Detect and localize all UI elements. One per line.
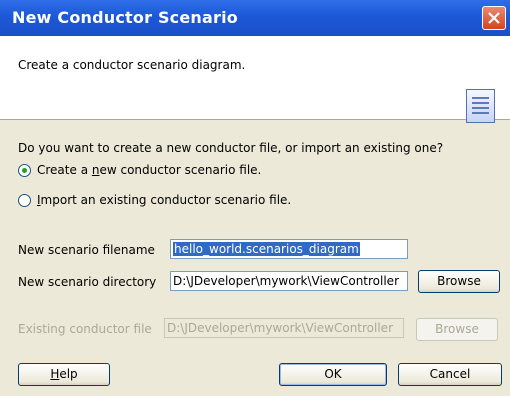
create-new-option[interactable]: Create a new conductor scenario file. <box>18 163 261 177</box>
header-description: Create a conductor scenario diagram. <box>18 58 246 72</box>
existing-browse-button[interactable]: Browse <box>416 318 498 341</box>
filename-input[interactable]: hello_world.scenarios_diagram <box>170 239 408 259</box>
close-button[interactable] <box>482 6 506 30</box>
directory-input[interactable]: D:\JDeveloper\mywork\ViewController <box>170 271 408 291</box>
existing-file-input[interactable]: D:\JDeveloper\mywork\ViewController <box>164 318 404 338</box>
directory-label: New scenario directory <box>18 275 157 289</box>
window-title: New Conductor Scenario <box>12 8 238 27</box>
import-existing-option[interactable]: Import an existing conductor scenario fi… <box>18 193 291 207</box>
ok-button[interactable]: OK <box>279 363 387 386</box>
document-icon <box>466 89 495 123</box>
import-existing-radio[interactable] <box>18 193 31 207</box>
question-text: Do you want to create a new conductor fi… <box>18 141 444 155</box>
directory-browse-button[interactable]: Browse <box>418 270 500 293</box>
header-panel: Create a conductor scenario diagram. <box>0 36 510 123</box>
import-existing-label: Import an existing conductor scenario fi… <box>37 193 292 207</box>
title-bar[interactable]: New Conductor Scenario <box>0 0 510 36</box>
create-new-radio[interactable] <box>18 163 31 177</box>
create-new-label: Create a new conductor scenario file. <box>37 163 262 177</box>
existing-file-label: Existing conductor file <box>18 322 152 336</box>
dialog-window: New Conductor Scenario Create a conducto… <box>0 0 510 396</box>
cancel-button[interactable]: Cancel <box>398 363 502 386</box>
filename-label: New scenario filename <box>18 243 155 257</box>
help-button[interactable]: Help <box>18 363 110 386</box>
close-icon <box>488 12 500 24</box>
